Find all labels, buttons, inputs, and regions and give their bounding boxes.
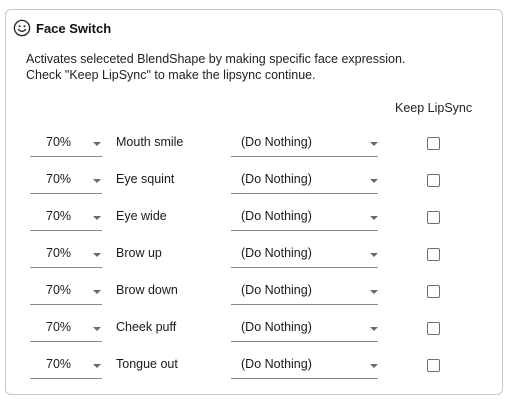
percent-dropdown[interactable]: 70%: [30, 130, 102, 157]
expression-label: Tongue out: [116, 357, 178, 371]
chevron-down-icon: [370, 179, 378, 183]
percent-value: 70%: [46, 135, 72, 149]
chevron-down-icon: [93, 290, 101, 294]
keep-lipsync-checkbox[interactable]: [427, 285, 440, 298]
keep-lipsync-checkbox[interactable]: [427, 137, 440, 150]
expression-label: Brow down: [116, 283, 178, 297]
blendshape-value: (Do Nothing): [241, 135, 312, 149]
chevron-down-icon: [93, 253, 101, 257]
percent-dropdown[interactable]: 70%: [30, 204, 102, 231]
description-line: Check "Keep LipSync" to make the lipsync…: [26, 68, 316, 82]
keep-lipsync-checkbox[interactable]: [427, 359, 440, 372]
expression-label: Eye wide: [116, 209, 167, 223]
expression-label: Cheek puff: [116, 320, 177, 334]
expression-label: Mouth smile: [116, 135, 184, 149]
blendshape-value: (Do Nothing): [241, 357, 312, 371]
keep-lipsync-checkbox[interactable]: [427, 211, 440, 224]
blendshape-value: (Do Nothing): [241, 209, 312, 223]
percent-dropdown[interactable]: 70%: [30, 241, 102, 268]
chevron-down-icon: [370, 364, 378, 368]
chevron-down-icon: [370, 142, 378, 146]
chevron-down-icon: [93, 327, 101, 331]
face-switch-row: 70% Mouth smile (Do Nothing): [6, 125, 502, 162]
percent-value: 70%: [46, 357, 72, 371]
chevron-down-icon: [93, 179, 101, 183]
expression-label: Eye squint: [116, 172, 175, 186]
chevron-down-icon: [93, 364, 101, 368]
chevron-down-icon: [93, 142, 101, 146]
face-switch-panel: Face Switch Activates seleceted BlendSha…: [5, 9, 503, 395]
face-switch-row: 70% Eye wide (Do Nothing): [6, 199, 502, 236]
panel-title: Face Switch: [36, 20, 112, 36]
blendshape-value: (Do Nothing): [241, 246, 312, 260]
chevron-down-icon: [370, 216, 378, 220]
blendshape-value: (Do Nothing): [241, 320, 312, 334]
percent-dropdown[interactable]: 70%: [30, 352, 102, 379]
percent-dropdown[interactable]: 70%: [30, 278, 102, 305]
keep-lipsync-checkbox[interactable]: [427, 248, 440, 261]
percent-dropdown[interactable]: 70%: [30, 167, 102, 194]
face-switch-row: 70% Tongue out (Do Nothing): [6, 347, 502, 384]
chevron-down-icon: [93, 216, 101, 220]
blendshape-dropdown[interactable]: (Do Nothing): [231, 204, 378, 231]
face-switch-row: 70% Brow up (Do Nothing): [6, 236, 502, 273]
smiley-face-icon: [13, 19, 31, 37]
panel-description: Activates seleceted BlendShape by making…: [26, 51, 405, 83]
percent-value: 70%: [46, 209, 72, 223]
chevron-down-icon: [370, 327, 378, 331]
face-switch-row: 70% Brow down (Do Nothing): [6, 273, 502, 310]
panel-header: Face Switch: [13, 19, 111, 37]
percent-value: 70%: [46, 320, 72, 334]
description-line: Activates seleceted BlendShape by making…: [26, 52, 406, 66]
percent-value: 70%: [46, 246, 72, 260]
percent-value: 70%: [46, 172, 72, 186]
face-switch-row: 70% Cheek puff (Do Nothing): [6, 310, 502, 347]
keep-lipsync-column-header: Keep LipSync: [395, 101, 473, 115]
percent-dropdown[interactable]: 70%: [30, 315, 102, 342]
percent-value: 70%: [46, 283, 72, 297]
chevron-down-icon: [370, 290, 378, 294]
blendshape-dropdown[interactable]: (Do Nothing): [231, 241, 378, 268]
blendshape-dropdown[interactable]: (Do Nothing): [231, 167, 378, 194]
expression-label: Brow up: [116, 246, 162, 260]
blendshape-value: (Do Nothing): [241, 172, 312, 186]
blendshape-dropdown[interactable]: (Do Nothing): [231, 315, 378, 342]
blendshape-value: (Do Nothing): [241, 283, 312, 297]
blendshape-dropdown[interactable]: (Do Nothing): [231, 352, 378, 379]
blendshape-dropdown[interactable]: (Do Nothing): [231, 278, 378, 305]
blendshape-dropdown[interactable]: (Do Nothing): [231, 130, 378, 157]
face-switch-row: 70% Eye squint (Do Nothing): [6, 162, 502, 199]
keep-lipsync-checkbox[interactable]: [427, 322, 440, 335]
chevron-down-icon: [370, 253, 378, 257]
keep-lipsync-checkbox[interactable]: [427, 174, 440, 187]
